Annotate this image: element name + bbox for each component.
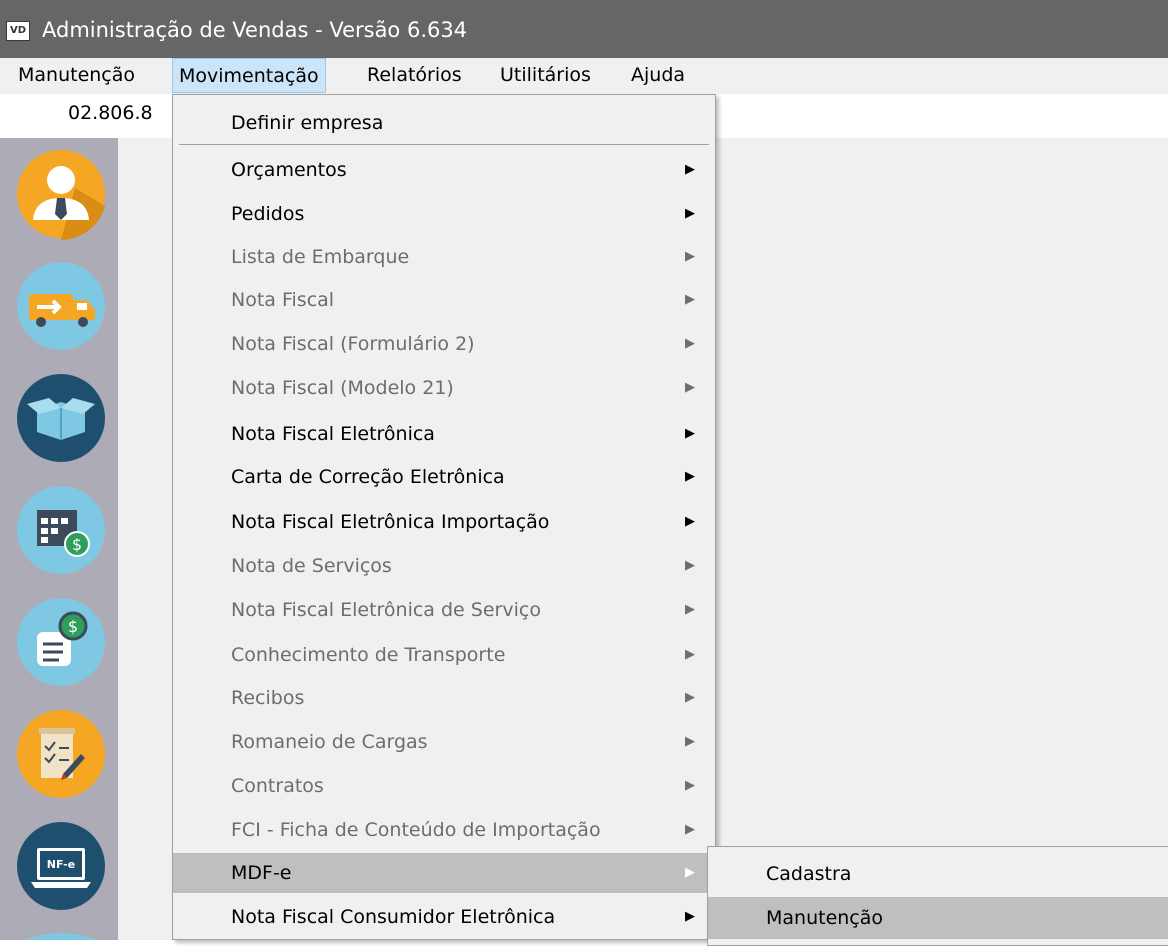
menu-item-label: Lista de Embarque	[231, 246, 410, 268]
menu-separator	[179, 144, 709, 145]
menu-item-label: Conhecimento de Transporte	[231, 644, 506, 666]
calendar-money-icon[interactable]: $	[15, 484, 107, 576]
menu-item-fci[interactable]: FCI - Ficha de Conteúdo de Importação ▶	[173, 810, 715, 850]
menu-movimentacao[interactable]: Movimentação	[172, 58, 326, 93]
menu-item-label: Nota Fiscal (Formulário 2)	[231, 333, 475, 355]
delivery-truck-icon[interactable]	[15, 260, 107, 352]
menu-item-nota-servicos[interactable]: Nota de Serviços ▶	[173, 546, 715, 586]
submenu-arrow-icon: ▶	[685, 602, 695, 617]
menu-item-nfe-importacao[interactable]: Nota Fiscal Eletrônica Importação ▶	[173, 502, 715, 542]
menu-item-label: Romaneio de Cargas	[231, 731, 428, 753]
user-manager-icon[interactable]	[15, 148, 107, 240]
menu-item-label: Recibos	[231, 687, 305, 709]
signed-document-icon[interactable]	[15, 708, 107, 800]
menu-item-pedidos[interactable]: Pedidos ▶	[173, 194, 715, 234]
menu-item-label: MDF-e	[231, 862, 292, 884]
menu-item-conhecimento-transporte[interactable]: Conhecimento de Transporte ▶	[173, 635, 715, 675]
submenu-arrow-icon: ▶	[685, 249, 695, 264]
menu-item-recibos[interactable]: Recibos ▶	[173, 678, 715, 718]
menu-item-romaneio-cargas[interactable]: Romaneio de Cargas ▶	[173, 722, 715, 762]
svg-text:NF-e: NF-e	[47, 858, 75, 871]
mdfe-submenu: Cadastra Manutenção	[707, 846, 1168, 946]
open-box-icon[interactable]	[15, 372, 107, 464]
submenu-arrow-icon: ▶	[685, 647, 695, 662]
submenu-arrow-icon: ▶	[685, 690, 695, 705]
company-code: 02.806.8	[68, 102, 153, 124]
menu-item-mdfe[interactable]: MDF-e ▶	[173, 853, 715, 893]
menu-item-nota-fiscal-modelo21[interactable]: Nota Fiscal (Modelo 21) ▶	[173, 368, 715, 408]
menu-item-label: Nota Fiscal Consumidor Eletrônica	[231, 906, 556, 928]
menu-item-label: Nota Fiscal (Modelo 21)	[231, 377, 454, 399]
submenu-arrow-icon: ▶	[685, 909, 695, 924]
submenu-arrow-icon: ▶	[685, 336, 695, 351]
submenu-item-label: Cadastra	[766, 863, 852, 885]
submenu-arrow-icon: ▶	[685, 734, 695, 749]
movimentacao-dropdown-menu: Definir empresa Orçamentos ▶ Pedidos ▶ L…	[172, 94, 716, 940]
submenu-arrow-icon: ▶	[685, 426, 695, 441]
submenu-arrow-icon: ▶	[685, 380, 695, 395]
submenu-arrow-icon: ▶	[685, 292, 695, 307]
menu-item-label: Nota Fiscal Eletrônica de Serviço	[231, 599, 541, 621]
menu-ajuda[interactable]: Ajuda	[625, 58, 691, 92]
menu-item-label: Nota de Serviços	[231, 555, 392, 577]
menu-item-definir-empresa[interactable]: Definir empresa	[173, 103, 715, 143]
submenu-item-manutencao[interactable]: Manutenção	[708, 897, 1168, 939]
menu-relatorios[interactable]: Relatórios	[361, 58, 468, 92]
submenu-item-label: Manutenção	[766, 907, 884, 929]
menu-item-nfce[interactable]: Nota Fiscal Consumidor Eletrônica ▶	[173, 897, 715, 937]
submenu-arrow-icon: ▶	[685, 514, 695, 529]
app-logo-icon[interactable]: VD	[6, 21, 30, 41]
submenu-arrow-icon: ▶	[685, 206, 695, 221]
menu-item-cce[interactable]: Carta de Correção Eletrônica ▶	[173, 457, 715, 497]
menu-item-label: Nota Fiscal Eletrônica	[231, 423, 435, 445]
menu-item-orcamentos[interactable]: Orçamentos ▶	[173, 150, 715, 190]
menu-item-label: Contratos	[231, 775, 324, 797]
menu-item-contratos[interactable]: Contratos ▶	[173, 766, 715, 806]
svg-text:$: $	[72, 535, 82, 554]
menu-bar: Manutenção Movimentação Relatórios Utili…	[0, 58, 1168, 94]
svg-text:$: $	[68, 617, 78, 636]
menu-item-label: Carta de Correção Eletrônica	[231, 466, 505, 488]
menu-item-label: Definir empresa	[231, 112, 384, 134]
submenu-item-cadastra[interactable]: Cadastra	[708, 853, 1168, 895]
title-bar: VD Administração de Vendas - Versão 6.63…	[0, 0, 1168, 58]
menu-item-label: FCI - Ficha de Conteúdo de Importação	[231, 819, 601, 841]
menu-manutencao[interactable]: Manutenção	[12, 58, 141, 92]
menu-item-label: Nota Fiscal Eletrônica Importação	[231, 511, 550, 533]
menu-item-lista-embarque[interactable]: Lista de Embarque ▶	[173, 237, 715, 277]
menu-item-label: Pedidos	[231, 203, 305, 225]
submenu-arrow-icon: ▶	[685, 822, 695, 837]
window-title: Administração de Vendas - Versão 6.634	[42, 18, 468, 42]
nfe-laptop-icon[interactable]: NF-e	[15, 820, 107, 912]
menu-utilitarios[interactable]: Utilitários	[494, 58, 597, 92]
submenu-arrow-icon: ▶	[685, 865, 695, 880]
partial-toolbar-icon	[25, 933, 97, 940]
menu-item-nfe[interactable]: Nota Fiscal Eletrônica ▶	[173, 414, 715, 454]
submenu-arrow-icon: ▶	[685, 778, 695, 793]
submenu-arrow-icon: ▶	[685, 162, 695, 177]
menu-item-label: Nota Fiscal	[231, 289, 335, 311]
menu-item-nota-fiscal-form2[interactable]: Nota Fiscal (Formulário 2) ▶	[173, 324, 715, 364]
submenu-arrow-icon: ▶	[685, 469, 695, 484]
menu-item-nfse[interactable]: Nota Fiscal Eletrônica de Serviço ▶	[173, 590, 715, 630]
side-toolbar: $ $ NF-e	[0, 138, 118, 940]
menu-item-nota-fiscal[interactable]: Nota Fiscal ▶	[173, 280, 715, 320]
menu-item-label: Orçamentos	[231, 159, 347, 181]
invoice-dollar-icon[interactable]: $	[15, 596, 107, 688]
submenu-arrow-icon: ▶	[685, 558, 695, 573]
